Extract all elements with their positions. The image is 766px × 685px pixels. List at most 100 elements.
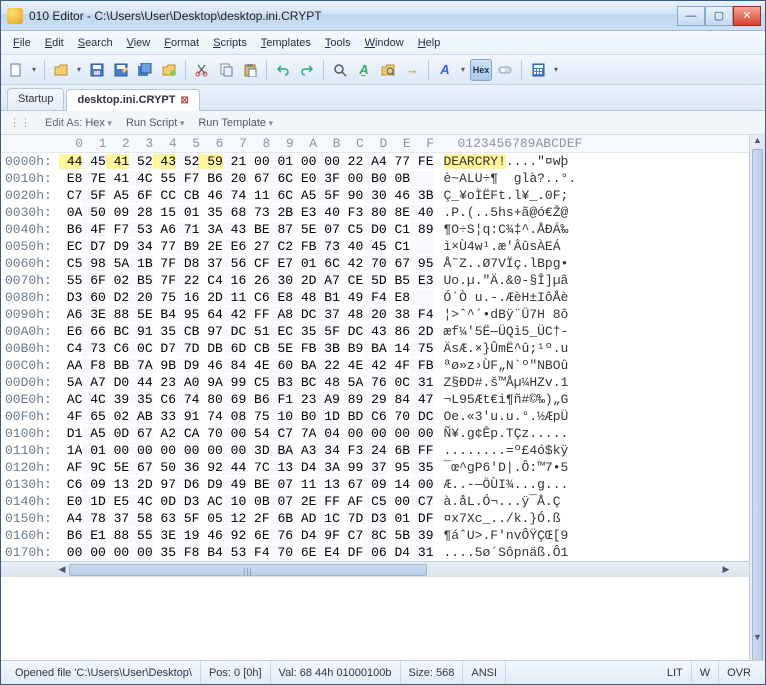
tab-startup[interactable]: Startup xyxy=(7,88,64,110)
hex-ascii[interactable]: ¶O÷S¦q:C¾‡^.ÅÐÁ‰ xyxy=(444,221,569,238)
cut-button[interactable] xyxy=(191,59,213,81)
find-in-files-button[interactable] xyxy=(377,59,399,81)
save-button[interactable] xyxy=(86,59,108,81)
vertical-scrollbar[interactable]: ▲ ▼ xyxy=(749,135,765,660)
maximize-button[interactable]: ▢ xyxy=(705,6,733,26)
hex-bytes[interactable]: C6 09 13 2D 97 D6 D9 49 BE 07 11 13 67 0… xyxy=(59,476,434,493)
tab-close-icon[interactable]: ⊠ xyxy=(180,95,188,106)
hex-row[interactable]: 0070h: 55 6F 02 B5 7F 22 C4 16 26 30 2D … xyxy=(1,272,749,289)
hex-ascii[interactable]: .P.(..5hs+ã@ó€Ž@ xyxy=(444,204,569,221)
open-button[interactable] xyxy=(50,59,72,81)
save-all-button[interactable] xyxy=(134,59,156,81)
hex-row[interactable]: 0100h: D1 A5 0D 67 A2 CA 70 00 54 C7 7A … xyxy=(1,425,749,442)
scroll-down-arrow[interactable]: ▼ xyxy=(750,632,765,646)
hex-bytes[interactable]: C7 5F A5 6F CC CB 46 74 11 6C A5 5F 90 3… xyxy=(59,187,434,204)
hex-bytes[interactable]: 55 6F 02 B5 7F 22 C4 16 26 30 2D A7 CE 5… xyxy=(59,272,434,289)
menu-search[interactable]: Search xyxy=(72,34,119,52)
hex-bytes[interactable]: E6 66 BC 91 35 CB 97 DC 51 EC 35 5F DC 4… xyxy=(59,323,434,340)
hex-ascii[interactable]: ì×Ù4w¹.æ'ÂûsÀEÁ xyxy=(444,238,561,255)
hex-ascii[interactable]: Z§ÐD#.š™Åµ¼HZv.1 xyxy=(444,374,569,391)
hex-bytes[interactable]: 4F 65 02 AB 33 91 74 08 75 10 B0 1D BD C… xyxy=(59,408,434,425)
menu-file[interactable]: File xyxy=(7,34,37,52)
v-scroll-thumb[interactable] xyxy=(752,149,763,660)
menu-templates[interactable]: Templates xyxy=(255,34,317,52)
hex-row[interactable]: 0110h: 1A 01 00 00 00 00 00 00 3D BA A3 … xyxy=(1,442,749,459)
hex-row[interactable]: 0000h: 44 45 41 52 43 52 59 21 00 01 00 … xyxy=(1,153,749,170)
tab-desktop-ini-crypt[interactable]: desktop.ini.CRYPT⊠ xyxy=(66,89,199,111)
calculator-button[interactable] xyxy=(527,59,549,81)
hex-row[interactable]: 0050h: EC D7 D9 34 77 B9 2E E6 27 C2 FB … xyxy=(1,238,749,255)
hex-ascii[interactable]: è~ALU÷¶ glà?..°. xyxy=(444,170,577,187)
hex-ascii[interactable]: æf¼'5Ë—ÜQì5_ÜC†- xyxy=(444,323,569,340)
scroll-up-arrow[interactable]: ▲ xyxy=(750,135,765,149)
hex-row[interactable]: 00C0h: AA F8 BB 7A 9B D9 46 84 4E 60 BA … xyxy=(1,357,749,374)
menu-tools[interactable]: Tools xyxy=(319,34,357,52)
menu-help[interactable]: Help xyxy=(412,34,447,52)
hex-ascii[interactable]: ÄsÆ.×}ÛmË^û;¹º.u xyxy=(444,340,569,357)
hex-row[interactable]: 0040h: B6 4F F7 53 A6 71 3A 43 BE 87 5E … xyxy=(1,221,749,238)
status-endian[interactable]: LIT xyxy=(659,661,692,684)
hex-bytes[interactable]: A6 3E 88 5E B4 95 64 42 FF A8 DC 37 48 2… xyxy=(59,306,434,323)
hex-view[interactable]: 0 1 2 3 4 5 6 7 8 9 A B C D E F 01234567… xyxy=(1,135,749,561)
hex-bytes[interactable]: EC D7 D9 34 77 B9 2E E6 27 C2 FB 73 40 4… xyxy=(59,238,434,255)
hex-row[interactable]: 0170h: 00 00 00 00 35 F8 B4 53 F4 70 6E … xyxy=(1,544,749,561)
hex-button[interactable]: Hex xyxy=(470,59,492,81)
new-dropdown[interactable]: ▾ xyxy=(29,59,39,81)
hex-ascii[interactable]: Ñ¥.g¢Êp.TÇz..... xyxy=(444,425,569,442)
h-scroll-thumb[interactable]: ||| xyxy=(69,564,427,576)
hex-row[interactable]: 0130h: C6 09 13 2D 97 D6 D9 49 BE 07 11 … xyxy=(1,476,749,493)
hex-bytes[interactable]: B6 E1 88 55 3E 19 46 92 6E 76 D4 9F C7 8… xyxy=(59,527,434,544)
hex-bytes[interactable]: 1A 01 00 00 00 00 00 00 3D BA A3 34 F3 2… xyxy=(59,442,434,459)
new-file-button[interactable] xyxy=(5,59,27,81)
goto-button[interactable]: → xyxy=(401,59,423,81)
scroll-left-arrow[interactable]: ◀ xyxy=(55,564,69,575)
hex-ascii[interactable]: ....5ø´Sôpnäß.Ô1 xyxy=(444,544,569,561)
hex-bytes[interactable]: 44 45 41 52 43 52 59 21 00 01 00 00 22 A… xyxy=(59,153,434,170)
highlight-dropdown[interactable]: ▾ xyxy=(458,59,468,81)
hex-ascii[interactable]: ¦>ˆ^´•dBÿ¨Ü7H 8ô xyxy=(444,306,569,323)
hex-bytes[interactable]: C5 98 5A 1B 7F D8 37 56 CF E7 01 6C 42 7… xyxy=(59,255,434,272)
save-as-button[interactable] xyxy=(110,59,132,81)
hex-bytes[interactable]: D3 60 D2 20 75 16 2D 11 C6 E8 48 B1 49 F… xyxy=(59,289,434,306)
scroll-right-arrow[interactable]: ▶ xyxy=(719,564,733,575)
horizontal-scrollbar[interactable]: ◀ ||| ▶ xyxy=(1,561,749,577)
hex-bytes[interactable]: 00 00 00 00 35 F8 B4 53 F4 70 6E E4 DF 0… xyxy=(59,544,434,561)
hex-ascii[interactable]: ¯œ^gP6'D|.Ô:™7•5 xyxy=(444,459,569,476)
hex-ascii[interactable]: ¬L95Æt€i¶ñ#©‰)„G xyxy=(444,391,569,408)
redo-button[interactable] xyxy=(296,59,318,81)
open-dropdown[interactable]: ▾ xyxy=(74,59,84,81)
run-script-dropdown[interactable]: Run Script xyxy=(126,117,184,129)
hex-ascii[interactable]: Ó`Ò u.-.ÆèH±IôÅè xyxy=(444,289,569,306)
menu-format[interactable]: Format xyxy=(158,34,205,52)
hex-row[interactable]: 0150h: A4 78 37 58 63 5F 05 12 2F 6B AD … xyxy=(1,510,749,527)
hex-row[interactable]: 00B0h: C4 73 C6 0C D7 7D DB 6D CB 5E FB … xyxy=(1,340,749,357)
status-ovr[interactable]: OVR xyxy=(719,661,759,684)
hex-bytes[interactable]: E0 1D E5 4C 0D D3 AC 10 0B 07 2E FF AF C… xyxy=(59,493,434,510)
calculator-dropdown[interactable]: ▾ xyxy=(551,59,561,81)
menu-edit[interactable]: Edit xyxy=(39,34,70,52)
paste-button[interactable] xyxy=(239,59,261,81)
hex-ascii[interactable]: ¤x7Xc_../k­.}Ó.ß xyxy=(444,510,561,527)
hex-row[interactable]: 0120h: AF 9C 5E 67 50 36 92 44 7C 13 D4 … xyxy=(1,459,749,476)
hex-ascii[interactable]: Oe.«3'u.u.°.½ÆpÜ xyxy=(444,408,569,425)
hex-ascii[interactable]: Å˜Z..Ø7VÏç.lBpg• xyxy=(444,255,569,272)
close-button[interactable]: ✕ xyxy=(733,6,761,26)
highlight-button[interactable]: A xyxy=(434,59,456,81)
hex-row[interactable]: 0030h: 0A 50 09 28 15 01 35 68 73 2B E3 … xyxy=(1,204,749,221)
minimize-button[interactable]: — xyxy=(677,6,705,26)
hex-bytes[interactable]: E8 7E 41 4C 55 F7 B6 20 67 6C E0 3F 00 B… xyxy=(59,170,434,187)
hex-row[interactable]: 0060h: C5 98 5A 1B 7F D8 37 56 CF E7 01 … xyxy=(1,255,749,272)
hex-row[interactable]: 00A0h: E6 66 BC 91 35 CB 97 DC 51 EC 35 … xyxy=(1,323,749,340)
hex-bytes[interactable]: D1 A5 0D 67 A2 CA 70 00 54 C7 7A 04 00 0… xyxy=(59,425,434,442)
hex-bytes[interactable]: AC 4C 39 35 C6 74 80 69 B6 F1 23 A9 89 2… xyxy=(59,391,434,408)
status-wrap[interactable]: W xyxy=(692,661,719,684)
menu-view[interactable]: View xyxy=(121,34,157,52)
hex-ascii[interactable]: ........=º£4ó$kÿ xyxy=(444,442,569,459)
hex-row[interactable]: 0140h: E0 1D E5 4C 0D D3 AC 10 0B 07 2E … xyxy=(1,493,749,510)
hex-ascii[interactable]: ¶áˆU>.F'nvÔŸÇŒ[9 xyxy=(444,527,569,544)
hex-row[interactable]: 00E0h: AC 4C 39 35 C6 74 80 69 B6 F1 23 … xyxy=(1,391,749,408)
undo-button[interactable] xyxy=(272,59,294,81)
hex-bytes[interactable]: AA F8 BB 7A 9B D9 46 84 4E 60 BA 22 4E 4… xyxy=(59,357,434,374)
hex-ascii[interactable]: Ç_¥oÌËFt.l¥_.0F; xyxy=(444,187,569,204)
hex-bytes[interactable]: 0A 50 09 28 15 01 35 68 73 2B E3 40 F3 8… xyxy=(59,204,434,221)
